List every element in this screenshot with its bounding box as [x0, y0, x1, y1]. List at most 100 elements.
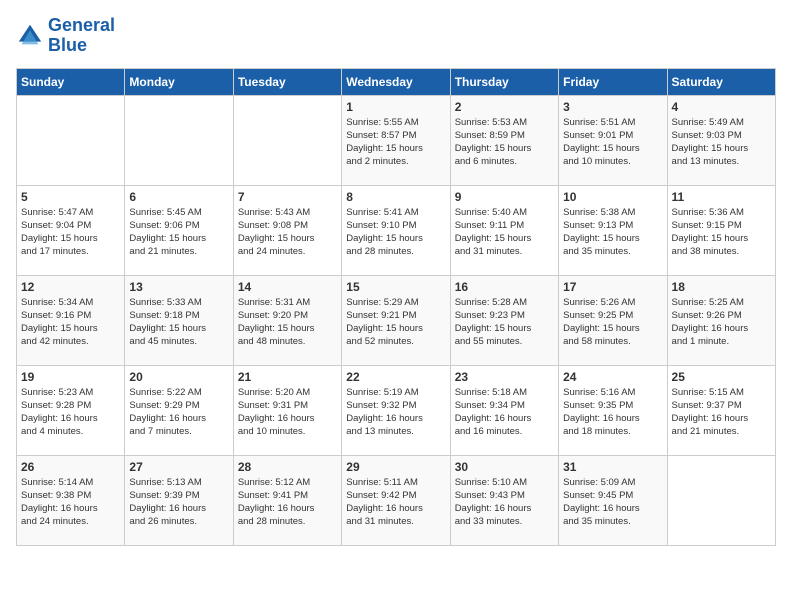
column-header-wednesday: Wednesday: [342, 68, 450, 95]
calendar-cell: 16 Sunrise: 5:28 AM Sunset: 9:23 PM Dayli…: [450, 275, 558, 365]
day-info: Sunrise: 5:40 AM Sunset: 9:11 PM Dayligh…: [455, 206, 554, 259]
day-number: 11: [672, 190, 771, 204]
calendar-cell: 7Sunrise: 5:43 AM Sunset: 9:08 PM Daylig…: [233, 185, 341, 275]
calendar-cell: 30Sunrise: 5:10 AM Sunset: 9:43 PM Dayli…: [450, 455, 558, 545]
calendar-cell: 19 Sunrise: 5:23 AM Sunset: 9:28 PM Dayli…: [17, 365, 125, 455]
day-number: 20: [129, 370, 228, 384]
day-number: 23: [455, 370, 554, 384]
calendar-cell: 22Sunrise: 5:19 AM Sunset: 9:32 PM Dayli…: [342, 365, 450, 455]
column-header-friday: Friday: [559, 68, 667, 95]
day-info: Sunrise: 5:20 AM Sunset: 9:31 PM Dayligh…: [238, 386, 337, 439]
calendar-week-row: 12Sunrise: 5:34 AM Sunset: 9:16 PM Dayli…: [17, 275, 776, 365]
day-number: 26: [21, 460, 120, 474]
day-number: 9: [455, 190, 554, 204]
calendar-week-row: 5Sunrise: 5:47 AM Sunset: 9:04 PM Daylig…: [17, 185, 776, 275]
day-info: Sunrise: 5:33 AM Sunset: 9:18 PM Dayligh…: [129, 296, 228, 349]
calendar-cell: 9 Sunrise: 5:40 AM Sunset: 9:11 PM Daylig…: [450, 185, 558, 275]
column-header-tuesday: Tuesday: [233, 68, 341, 95]
day-number: 7: [238, 190, 337, 204]
day-number: 31: [563, 460, 662, 474]
day-info: Sunrise: 5:49 AM Sunset: 9:03 PM Dayligh…: [672, 116, 771, 169]
calendar-cell: 21 Sunrise: 5:20 AM Sunset: 9:31 PM Dayli…: [233, 365, 341, 455]
calendar-cell: 17 Sunrise: 5:26 AM Sunset: 9:25 PM Dayli…: [559, 275, 667, 365]
calendar-cell: 1 Sunrise: 5:55 AM Sunset: 8:57 PM Daylig…: [342, 95, 450, 185]
day-info: Sunrise: 5:36 AM Sunset: 9:15 PM Dayligh…: [672, 206, 771, 259]
logo-text: General Blue: [48, 16, 115, 56]
day-number: 6: [129, 190, 228, 204]
calendar-cell: 11 Sunrise: 5:36 AM Sunset: 9:15 PM Dayli…: [667, 185, 775, 275]
calendar-cell: 25 Sunrise: 5:15 AM Sunset: 9:37 PM Dayli…: [667, 365, 775, 455]
day-info: Sunrise: 5:55 AM Sunset: 8:57 PM Dayligh…: [346, 116, 445, 169]
calendar-week-row: 26 Sunrise: 5:14 AM Sunset: 9:38 PM Dayli…: [17, 455, 776, 545]
calendar-cell: 12Sunrise: 5:34 AM Sunset: 9:16 PM Dayli…: [17, 275, 125, 365]
day-number: 3: [563, 100, 662, 114]
day-info: Sunrise: 5:53 AM Sunset: 8:59 PM Dayligh…: [455, 116, 554, 169]
day-info: Sunrise: 5:12 AM Sunset: 9:41 PM Dayligh…: [238, 476, 337, 529]
calendar-cell: 20 Sunrise: 5:22 AM Sunset: 9:29 PM Dayli…: [125, 365, 233, 455]
calendar-cell: 29 Sunrise: 5:11 AM Sunset: 9:42 PM Dayli…: [342, 455, 450, 545]
calendar-cell: 4 Sunrise: 5:49 AM Sunset: 9:03 PM Daylig…: [667, 95, 775, 185]
day-number: 4: [672, 100, 771, 114]
calendar-cell: 26 Sunrise: 5:14 AM Sunset: 9:38 PM Dayli…: [17, 455, 125, 545]
calendar-cell: 13 Sunrise: 5:33 AM Sunset: 9:18 PM Dayli…: [125, 275, 233, 365]
day-number: 2: [455, 100, 554, 114]
day-number: 15: [346, 280, 445, 294]
calendar-cell: 23 Sunrise: 5:18 AM Sunset: 9:34 PM Dayli…: [450, 365, 558, 455]
calendar-week-row: 19 Sunrise: 5:23 AM Sunset: 9:28 PM Dayli…: [17, 365, 776, 455]
day-number: 8: [346, 190, 445, 204]
day-info: Sunrise: 5:14 AM Sunset: 9:38 PM Dayligh…: [21, 476, 120, 529]
day-number: 29: [346, 460, 445, 474]
day-info: Sunrise: 5:51 AM Sunset: 9:01 PM Dayligh…: [563, 116, 662, 169]
calendar-header-row: SundayMondayTuesdayWednesdayThursdayFrid…: [17, 68, 776, 95]
day-info: Sunrise: 5:41 AM Sunset: 9:10 PM Dayligh…: [346, 206, 445, 259]
day-info: Sunrise: 5:26 AM Sunset: 9:25 PM Dayligh…: [563, 296, 662, 349]
day-number: 27: [129, 460, 228, 474]
calendar-cell: 28 Sunrise: 5:12 AM Sunset: 9:41 PM Dayli…: [233, 455, 341, 545]
day-number: 24: [563, 370, 662, 384]
day-number: 13: [129, 280, 228, 294]
calendar-body: 1 Sunrise: 5:55 AM Sunset: 8:57 PM Daylig…: [17, 95, 776, 545]
day-info: Sunrise: 5:15 AM Sunset: 9:37 PM Dayligh…: [672, 386, 771, 439]
calendar-cell: 3 Sunrise: 5:51 AM Sunset: 9:01 PM Daylig…: [559, 95, 667, 185]
calendar-cell: [667, 455, 775, 545]
day-info: Sunrise: 5:31 AM Sunset: 9:20 PM Dayligh…: [238, 296, 337, 349]
day-number: 18: [672, 280, 771, 294]
day-info: Sunrise: 5:29 AM Sunset: 9:21 PM Dayligh…: [346, 296, 445, 349]
day-number: 5: [21, 190, 120, 204]
logo-icon: [16, 22, 44, 50]
day-info: Sunrise: 5:19 AM Sunset: 9:32 PM Dayligh…: [346, 386, 445, 439]
day-number: 25: [672, 370, 771, 384]
calendar-cell: 2 Sunrise: 5:53 AM Sunset: 8:59 PM Daylig…: [450, 95, 558, 185]
day-info: Sunrise: 5:22 AM Sunset: 9:29 PM Dayligh…: [129, 386, 228, 439]
calendar-table: SundayMondayTuesdayWednesdayThursdayFrid…: [16, 68, 776, 546]
calendar-cell: 5Sunrise: 5:47 AM Sunset: 9:04 PM Daylig…: [17, 185, 125, 275]
calendar-cell: [17, 95, 125, 185]
day-number: 19: [21, 370, 120, 384]
page-header: General Blue: [16, 16, 776, 56]
calendar-cell: 31 Sunrise: 5:09 AM Sunset: 9:45 PM Dayli…: [559, 455, 667, 545]
day-number: 28: [238, 460, 337, 474]
day-number: 17: [563, 280, 662, 294]
day-number: 1: [346, 100, 445, 114]
day-number: 16: [455, 280, 554, 294]
calendar-cell: 18 Sunrise: 5:25 AM Sunset: 9:26 PM Dayli…: [667, 275, 775, 365]
day-info: Sunrise: 5:28 AM Sunset: 9:23 PM Dayligh…: [455, 296, 554, 349]
column-header-monday: Monday: [125, 68, 233, 95]
calendar-week-row: 1 Sunrise: 5:55 AM Sunset: 8:57 PM Daylig…: [17, 95, 776, 185]
day-info: Sunrise: 5:09 AM Sunset: 9:45 PM Dayligh…: [563, 476, 662, 529]
calendar-cell: 10Sunrise: 5:38 AM Sunset: 9:13 PM Dayli…: [559, 185, 667, 275]
calendar-cell: [233, 95, 341, 185]
day-info: Sunrise: 5:23 AM Sunset: 9:28 PM Dayligh…: [21, 386, 120, 439]
calendar-cell: 27Sunrise: 5:13 AM Sunset: 9:39 PM Dayli…: [125, 455, 233, 545]
day-info: Sunrise: 5:25 AM Sunset: 9:26 PM Dayligh…: [672, 296, 771, 349]
calendar-cell: 6Sunrise: 5:45 AM Sunset: 9:06 PM Daylig…: [125, 185, 233, 275]
day-number: 10: [563, 190, 662, 204]
day-number: 14: [238, 280, 337, 294]
day-number: 21: [238, 370, 337, 384]
logo: General Blue: [16, 16, 115, 56]
day-info: Sunrise: 5:16 AM Sunset: 9:35 PM Dayligh…: [563, 386, 662, 439]
day-info: Sunrise: 5:34 AM Sunset: 9:16 PM Dayligh…: [21, 296, 120, 349]
day-info: Sunrise: 5:18 AM Sunset: 9:34 PM Dayligh…: [455, 386, 554, 439]
day-info: Sunrise: 5:11 AM Sunset: 9:42 PM Dayligh…: [346, 476, 445, 529]
column-header-sunday: Sunday: [17, 68, 125, 95]
